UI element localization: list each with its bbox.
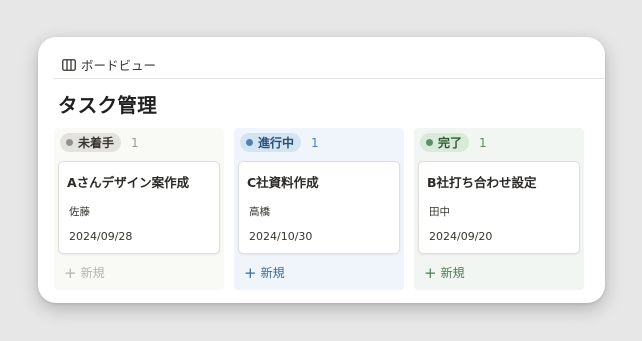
status-label: 完了 bbox=[438, 136, 463, 150]
new-card-label: 新規 bbox=[440, 266, 465, 280]
column-count: 1 bbox=[479, 135, 487, 150]
task-card[interactable]: B社打ち合わせ設定 田中 2024/09/20 bbox=[418, 161, 580, 254]
view-tab-board[interactable]: ボードビュー bbox=[62, 55, 156, 74]
status-dot-icon bbox=[246, 139, 253, 146]
new-card-button[interactable]: + 新規 bbox=[64, 264, 105, 281]
task-owner: 佐藤 bbox=[69, 206, 90, 218]
task-owner: 高橋 bbox=[249, 206, 270, 218]
plus-icon: + bbox=[64, 263, 77, 282]
board-column-done: 完了 1 B社打ち合わせ設定 田中 2024/09/20 + 新規 bbox=[414, 128, 584, 290]
status-dot-icon bbox=[426, 139, 433, 146]
new-card-button[interactable]: + 新規 bbox=[424, 264, 465, 281]
new-card-label: 新規 bbox=[260, 266, 285, 280]
task-date: 2024/10/30 bbox=[249, 230, 313, 243]
status-dot-icon bbox=[66, 139, 73, 146]
status-label: 進行中 bbox=[258, 136, 295, 150]
board-column-not-started: 未着手 1 Aさんデザイン案作成 佐藤 2024/09/28 + 新規 bbox=[54, 128, 224, 290]
task-date: 2024/09/28 bbox=[69, 230, 133, 243]
column-count: 1 bbox=[311, 135, 319, 150]
task-title: B社打ち合わせ設定 bbox=[427, 175, 537, 190]
task-card[interactable]: C社資料作成 高橋 2024/10/30 bbox=[238, 161, 400, 254]
column-count: 1 bbox=[131, 135, 139, 150]
task-title: Aさんデザイン案作成 bbox=[67, 175, 190, 190]
status-badge[interactable]: 完了 bbox=[420, 133, 470, 152]
status-badge[interactable]: 未着手 bbox=[60, 133, 122, 152]
task-date: 2024/09/20 bbox=[429, 230, 493, 243]
board-window: ボードビュー タスク管理 未着手 1 Aさんデザイン案作成 佐藤 2024/09… bbox=[38, 37, 605, 303]
status-badge[interactable]: 進行中 bbox=[240, 133, 302, 152]
view-tab-label: ボードビュー bbox=[81, 58, 157, 73]
task-title: C社資料作成 bbox=[247, 175, 319, 190]
task-owner: 田中 bbox=[429, 206, 450, 218]
new-card-label: 新規 bbox=[80, 266, 105, 280]
column-header: 未着手 1 bbox=[60, 133, 139, 152]
board-icon bbox=[62, 58, 76, 71]
column-header: 完了 1 bbox=[420, 133, 487, 152]
divider bbox=[54, 78, 605, 79]
plus-icon: + bbox=[244, 263, 257, 282]
board-column-in-progress: 進行中 1 C社資料作成 高橋 2024/10/30 + 新規 bbox=[234, 128, 404, 290]
status-label: 未着手 bbox=[78, 136, 115, 150]
plus-icon: + bbox=[424, 263, 437, 282]
task-card[interactable]: Aさんデザイン案作成 佐藤 2024/09/28 bbox=[58, 161, 220, 254]
column-header: 進行中 1 bbox=[240, 133, 319, 152]
database-title[interactable]: タスク管理 bbox=[58, 89, 157, 118]
new-card-button[interactable]: + 新規 bbox=[244, 264, 285, 281]
